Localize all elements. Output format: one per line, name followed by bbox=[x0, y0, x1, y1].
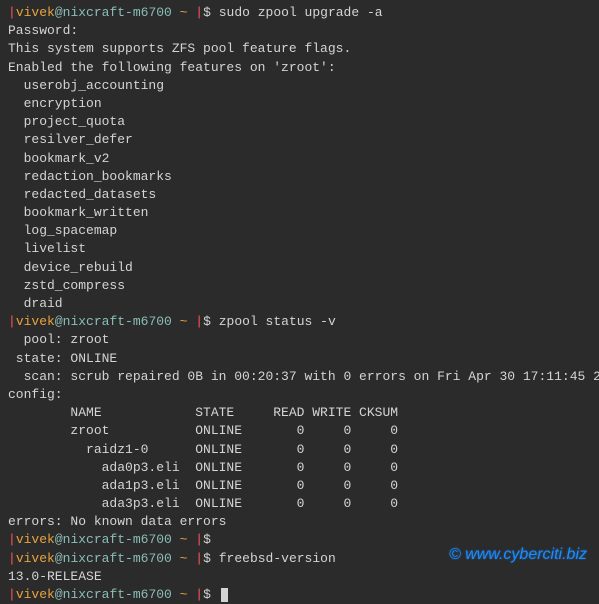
table-row: ada0p3.eli ONLINE 0 0 0 bbox=[8, 459, 591, 477]
table-row: ada1p3.eli ONLINE 0 0 0 bbox=[8, 477, 591, 495]
freebsd-version-output: 13.0-RELEASE bbox=[8, 568, 591, 586]
prompt-dollar: $ bbox=[203, 587, 211, 602]
open-bar: | bbox=[8, 587, 16, 602]
feature-line: userobj_accounting bbox=[8, 77, 591, 95]
prompt-dollar: $ bbox=[203, 5, 211, 20]
prompt-user: vivek bbox=[16, 551, 55, 566]
prompt-line-1: |vivek@nixcraft-m6700 ~ |$ sudo zpool up… bbox=[8, 4, 591, 22]
password-prompt[interactable]: Password: bbox=[8, 22, 591, 40]
feature-line: bookmark_v2 bbox=[8, 150, 591, 168]
prompt-user: vivek bbox=[16, 587, 55, 602]
prompt-at: @ bbox=[55, 532, 63, 547]
cursor-icon bbox=[221, 588, 228, 602]
prompt-host: nixcraft-m6700 bbox=[63, 5, 172, 20]
prompt-host: nixcraft-m6700 bbox=[63, 551, 172, 566]
feature-line: redacted_datasets bbox=[8, 186, 591, 204]
errors-line: errors: No known data errors bbox=[8, 513, 591, 531]
feature-line: redaction_bookmarks bbox=[8, 168, 591, 186]
feature-line: draid bbox=[8, 295, 591, 313]
feature-line: resilver_defer bbox=[8, 131, 591, 149]
prompt-host: nixcraft-m6700 bbox=[63, 314, 172, 329]
feature-line: project_quota bbox=[8, 113, 591, 131]
supports-line: This system supports ZFS pool feature fl… bbox=[8, 40, 591, 58]
open-bar: | bbox=[8, 532, 16, 547]
enabled-line: Enabled the following features on 'zroot… bbox=[8, 59, 591, 77]
prompt-line-2: |vivek@nixcraft-m6700 ~ |$ zpool status … bbox=[8, 313, 591, 331]
config-label: config: bbox=[8, 386, 591, 404]
prompt-path: ~ bbox=[180, 532, 188, 547]
prompt-dollar: $ bbox=[203, 532, 211, 547]
table-header: NAME STATE READ WRITE CKSUM bbox=[8, 404, 591, 422]
feature-line: log_spacemap bbox=[8, 222, 591, 240]
prompt-user: vivek bbox=[16, 5, 55, 20]
open-bar: | bbox=[8, 551, 16, 566]
close-bar: | bbox=[195, 551, 203, 566]
table-row: zroot ONLINE 0 0 0 bbox=[8, 422, 591, 440]
prompt-dollar: $ bbox=[203, 551, 211, 566]
state-line: state: ONLINE bbox=[8, 350, 591, 368]
command-4[interactable]: freebsd-version bbox=[219, 551, 336, 566]
prompt-host: nixcraft-m6700 bbox=[63, 587, 172, 602]
command-2[interactable]: zpool status -v bbox=[219, 314, 336, 329]
open-bar: | bbox=[8, 5, 16, 20]
prompt-line-5: |vivek@nixcraft-m6700 ~ |$ bbox=[8, 586, 591, 604]
table-row: raidz1-0 ONLINE 0 0 0 bbox=[8, 441, 591, 459]
prompt-path: ~ bbox=[180, 551, 188, 566]
feature-line: zstd_compress bbox=[8, 277, 591, 295]
command-1[interactable]: sudo zpool upgrade -a bbox=[219, 5, 383, 20]
table-row: ada3p3.eli ONLINE 0 0 0 bbox=[8, 495, 591, 513]
pool-line: pool: zroot bbox=[8, 331, 591, 349]
prompt-path: ~ bbox=[180, 587, 188, 602]
scan-line: scan: scrub repaired 0B in 00:20:37 with… bbox=[8, 368, 591, 386]
prompt-at: @ bbox=[55, 587, 63, 602]
prompt-path: ~ bbox=[180, 5, 188, 20]
feature-line: bookmark_written bbox=[8, 204, 591, 222]
close-bar: | bbox=[195, 5, 203, 20]
prompt-line-3: |vivek@nixcraft-m6700 ~ |$ bbox=[8, 531, 591, 549]
open-bar: | bbox=[8, 314, 16, 329]
prompt-dollar: $ bbox=[203, 314, 211, 329]
prompt-at: @ bbox=[55, 551, 63, 566]
prompt-path: ~ bbox=[180, 314, 188, 329]
close-bar: | bbox=[195, 532, 203, 547]
close-bar: | bbox=[195, 587, 203, 602]
prompt-line-4: |vivek@nixcraft-m6700 ~ |$ freebsd-versi… bbox=[8, 550, 591, 568]
prompt-user: vivek bbox=[16, 314, 55, 329]
feature-line: encryption bbox=[8, 95, 591, 113]
feature-line: device_rebuild bbox=[8, 259, 591, 277]
prompt-at: @ bbox=[55, 314, 63, 329]
feature-line: livelist bbox=[8, 240, 591, 258]
prompt-host: nixcraft-m6700 bbox=[63, 532, 172, 547]
close-bar: | bbox=[195, 314, 203, 329]
prompt-user: vivek bbox=[16, 532, 55, 547]
prompt-at: @ bbox=[55, 5, 63, 20]
